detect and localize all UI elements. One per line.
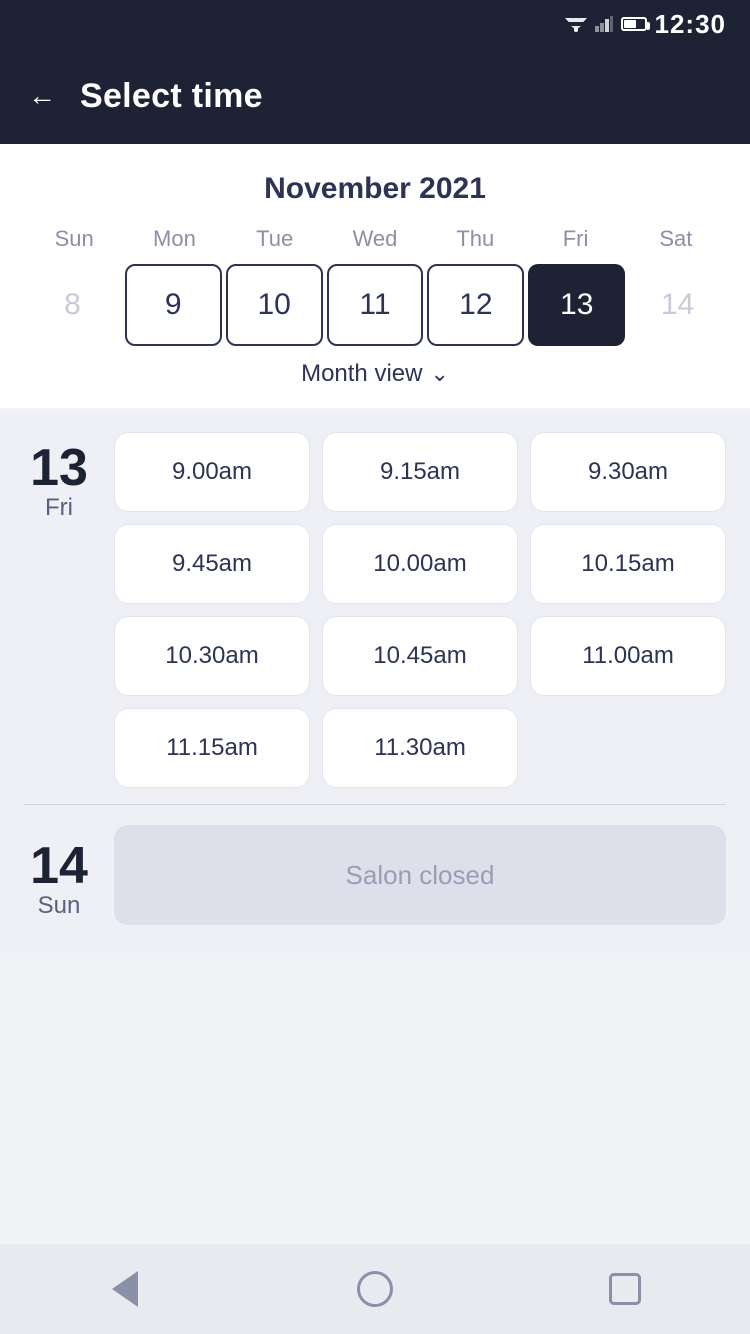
- slots-grid-13: 9.00am 9.15am 9.30am 9.45am 10.00am 10.1…: [114, 432, 726, 788]
- day-14-name: Sun: [38, 892, 81, 920]
- day-13-block: 13 Fri 9.00am 9.15am 9.30am 9.45am 10.00…: [24, 432, 726, 788]
- section-divider: [24, 804, 726, 805]
- nav-back-button[interactable]: [90, 1254, 160, 1324]
- weekday-thu: Thu: [425, 226, 525, 252]
- day-12[interactable]: 12: [427, 264, 524, 346]
- nav-home-button[interactable]: [340, 1254, 410, 1324]
- salon-closed-notice: Salon closed: [114, 825, 726, 925]
- weekdays-row: Sun Mon Tue Wed Thu Fri Sat: [24, 226, 726, 252]
- day-9[interactable]: 9: [125, 264, 222, 346]
- day-14[interactable]: 14: [629, 264, 726, 346]
- nav-home-icon: [357, 1271, 393, 1307]
- weekday-sun: Sun: [24, 226, 124, 252]
- page-title: Select time: [80, 77, 263, 116]
- slot-11-30am[interactable]: 11.30am: [322, 708, 518, 788]
- day-10[interactable]: 10: [226, 264, 323, 346]
- slots-section: 13 Fri 9.00am 9.15am 9.30am 9.45am 10.00…: [0, 412, 750, 953]
- day-13-name: Fri: [45, 494, 73, 522]
- weekday-sat: Sat: [626, 226, 726, 252]
- slot-9-45am[interactable]: 9.45am: [114, 524, 310, 604]
- day-13-label: 13 Fri: [24, 432, 94, 788]
- day-11[interactable]: 11: [327, 264, 424, 346]
- month-year: November 2021: [24, 172, 726, 206]
- weekday-wed: Wed: [325, 226, 425, 252]
- slot-10-15am[interactable]: 10.15am: [530, 524, 726, 604]
- header: ← Select time: [0, 48, 750, 144]
- weekday-tue: Tue: [225, 226, 325, 252]
- nav-back-icon: [112, 1271, 138, 1307]
- day-8[interactable]: 8: [24, 264, 121, 346]
- signal-icon: [595, 16, 613, 32]
- slot-10-00am[interactable]: 10.00am: [322, 524, 518, 604]
- slot-11-00am[interactable]: 11.00am: [530, 616, 726, 696]
- nav-recents-icon: [609, 1273, 641, 1305]
- day-13-number: 13: [30, 442, 88, 494]
- bottom-nav: [0, 1244, 750, 1334]
- calendar-section: November 2021 Sun Mon Tue Wed Thu Fri Sa…: [0, 144, 750, 408]
- month-view-label: Month view: [301, 360, 422, 388]
- weekday-mon: Mon: [124, 226, 224, 252]
- slot-9-15am[interactable]: 9.15am: [322, 432, 518, 512]
- slot-9-00am[interactable]: 9.00am: [114, 432, 310, 512]
- weekday-fri: Fri: [525, 226, 625, 252]
- battery-icon: [621, 17, 647, 31]
- slot-11-15am[interactable]: 11.15am: [114, 708, 310, 788]
- status-icons: 12:30: [565, 9, 727, 40]
- status-bar: 12:30: [0, 0, 750, 48]
- chevron-down-icon: ⌄: [430, 361, 448, 387]
- days-row: 8 9 10 11 12 13 14: [24, 264, 726, 346]
- day-14-label: 14 Sun: [24, 830, 94, 920]
- slot-9-30am[interactable]: 9.30am: [530, 432, 726, 512]
- day-14-number: 14: [30, 840, 88, 892]
- wifi-icon: [565, 16, 587, 32]
- slot-10-30am[interactable]: 10.30am: [114, 616, 310, 696]
- back-button[interactable]: ←: [28, 82, 56, 110]
- status-time: 12:30: [655, 9, 727, 40]
- day-13[interactable]: 13: [528, 264, 625, 346]
- nav-recents-button[interactable]: [590, 1254, 660, 1324]
- month-view-toggle[interactable]: Month view ⌄: [24, 346, 726, 392]
- day-14-block: 14 Sun Salon closed: [24, 817, 726, 933]
- slot-10-45am[interactable]: 10.45am: [322, 616, 518, 696]
